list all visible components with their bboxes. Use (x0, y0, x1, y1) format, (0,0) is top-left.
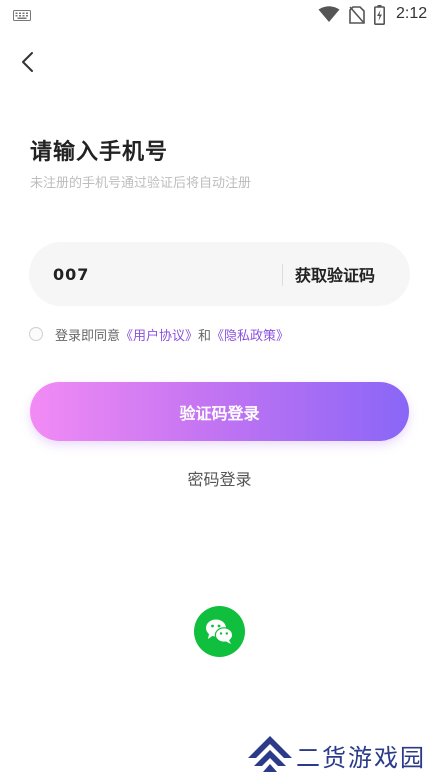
agreement-prefix: 登录即同意 (55, 328, 121, 344)
wifi-icon (318, 6, 340, 22)
password-login-link[interactable]: 密码登录 (0, 466, 439, 490)
agreement-and: 和 (198, 328, 212, 344)
divider (282, 264, 283, 286)
code-login-label: 验证码登录 (179, 403, 260, 423)
status-time: 2:12 (396, 5, 428, 22)
agreement-row: 登录即同意 《用户协议》 和 《隐私政策》 (29, 324, 289, 344)
status-bar: 2:12 (0, 0, 439, 30)
page-title: 请输入手机号 (30, 140, 169, 165)
watermark-logo-icon (248, 736, 292, 772)
watermark-text: 二货游戏园 (296, 744, 426, 772)
battery-charging-icon (374, 5, 385, 25)
phone-number-input[interactable] (53, 260, 273, 288)
wechat-login-button[interactable] (194, 606, 245, 657)
code-login-button[interactable]: 验证码登录 (30, 382, 409, 441)
back-button[interactable] (14, 48, 42, 76)
agreement-checkbox[interactable] (29, 327, 43, 341)
watermark: 二货游戏园 (246, 734, 436, 774)
chevron-left-icon (22, 52, 33, 72)
privacy-policy-link[interactable]: 《隐私政策》 (211, 325, 289, 344)
get-code-button[interactable]: 获取验证码 (295, 262, 375, 286)
wechat-icon (206, 619, 234, 644)
keyboard-icon (13, 10, 31, 21)
page-subtitle: 未注册的手机号通过验证后将自动注册 (30, 176, 252, 191)
phone-input-row: 获取验证码 (29, 242, 410, 306)
no-sim-icon (349, 6, 365, 24)
user-agreement-link[interactable]: 《用户协议》 (120, 325, 198, 344)
